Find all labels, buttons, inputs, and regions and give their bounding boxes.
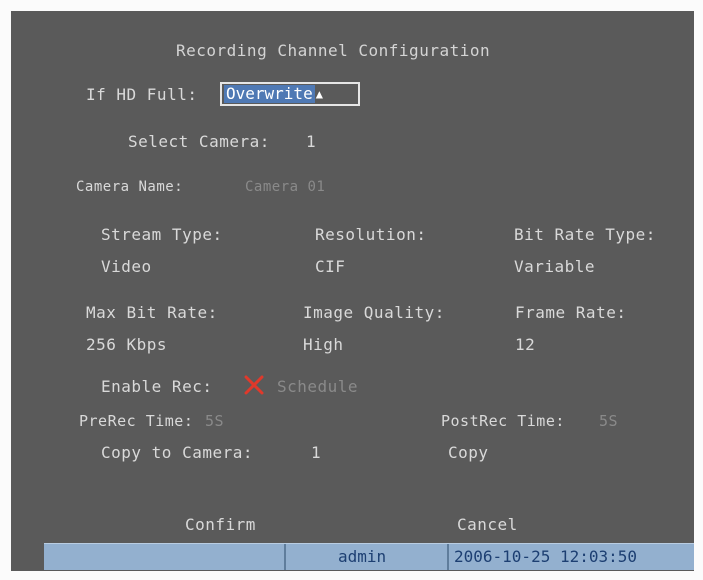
frame-rate-label: Frame Rate: (515, 303, 627, 322)
image-quality-label: Image Quality: (303, 303, 445, 322)
max-bit-rate-label: Max Bit Rate: (86, 303, 218, 322)
schedule-button[interactable]: Schedule (277, 377, 358, 397)
camera-name-label: Camera Name: (76, 179, 184, 195)
status-divider (284, 544, 286, 570)
bit-rate-type-value[interactable]: Variable (514, 257, 595, 277)
status-user: admin (338, 547, 387, 566)
image-quality-value[interactable]: High (303, 335, 344, 355)
status-bar: admin 2006-10-25 12:03:50 (44, 543, 694, 570)
hd-full-select[interactable]: Overwrite ▲︎ (220, 82, 360, 106)
postrec-time-value[interactable]: 5S (599, 411, 618, 431)
stream-type-value[interactable]: Video (101, 257, 152, 277)
page-title: Recording Channel Configuration (176, 41, 491, 60)
resolution-value[interactable]: CIF (315, 257, 345, 277)
confirm-button[interactable]: Confirm (185, 515, 256, 535)
dvr-screen: Recording Channel Configuration If HD Fu… (11, 11, 694, 571)
enable-rec-checkbox[interactable] (243, 374, 265, 396)
copy-button[interactable]: Copy (448, 443, 489, 463)
updown-arrow-icon: ▲︎ (315, 87, 323, 101)
resolution-label: Resolution: (315, 225, 427, 244)
bit-rate-type-label: Bit Rate Type: (514, 225, 656, 244)
stream-type-label: Stream Type: (101, 225, 223, 244)
frame-rate-value[interactable]: 12 (515, 335, 535, 355)
prerec-time-label: PreRec Time: (79, 412, 194, 430)
cancel-button[interactable]: Cancel (457, 515, 518, 535)
camera-name-field[interactable]: Camera 01 (245, 177, 325, 197)
select-camera-label: Select Camera: (128, 132, 270, 151)
prerec-time-value[interactable]: 5S (205, 411, 224, 431)
status-datetime: 2006-10-25 12:03:50 (454, 547, 638, 566)
select-camera-value[interactable]: 1 (306, 132, 316, 152)
status-divider (447, 544, 449, 570)
hd-full-label: If HD Full: (86, 85, 198, 104)
hd-full-value: Overwrite (224, 84, 315, 103)
enable-rec-label: Enable Rec: (101, 377, 213, 396)
copy-to-camera-value[interactable]: 1 (311, 443, 321, 463)
copy-to-camera-label: Copy to Camera: (101, 443, 253, 462)
max-bit-rate-value[interactable]: 256 Kbps (86, 335, 167, 355)
postrec-time-label: PostRec Time: (441, 412, 565, 430)
